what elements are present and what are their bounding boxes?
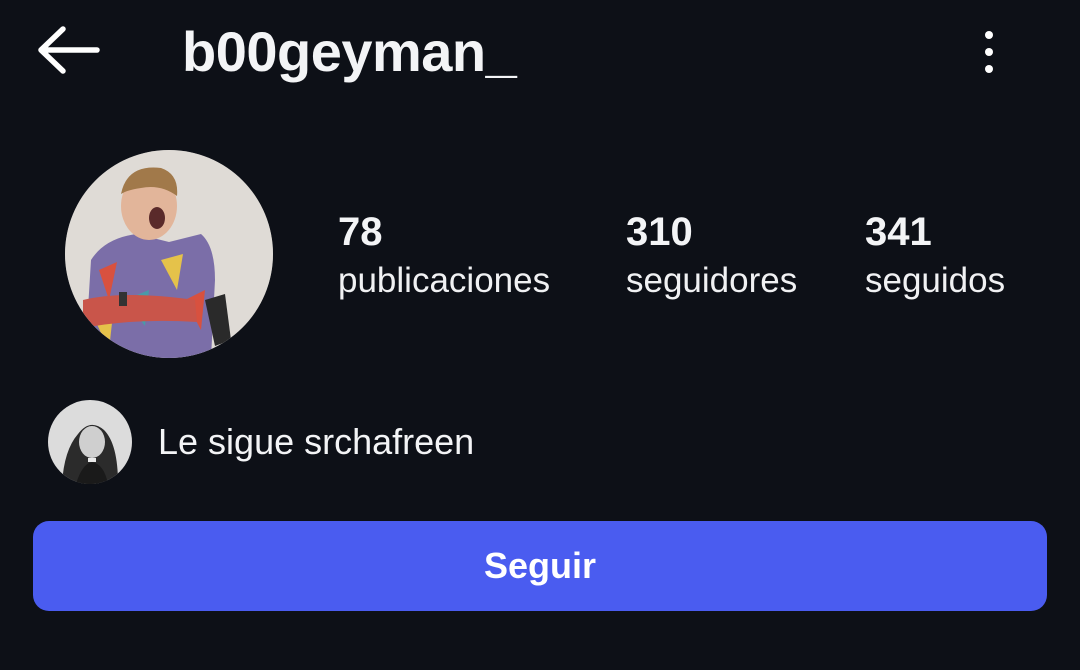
more-vertical-icon-dot [985,65,993,73]
stat-followers-count: 310 [626,210,693,254]
more-options-button[interactable] [966,22,1012,82]
follow-button-label: Seguir [483,545,597,586]
more-vertical-icon-dot [985,48,993,56]
profile-screen: b00geyman_ 78 publicaciones 310 seguidor… [0,0,1080,670]
followed-by-text: Le sigue srchafreen [158,421,475,462]
stat-followers-label: seguidores [626,261,798,300]
profile-photo-image [65,150,273,358]
stat-followers[interactable]: 310 seguidores [626,206,797,304]
stat-posts[interactable]: 78 publicaciones [338,206,550,304]
profile-avatar[interactable] [65,150,273,358]
follow-button[interactable]: Seguir [33,521,1047,611]
arrow-left-icon [38,26,100,74]
stat-posts-label: publicaciones [338,261,551,300]
back-button[interactable] [30,20,106,80]
stat-following-label: seguidos [865,261,1006,300]
followed-by-row[interactable]: Le sigue srchafreen [48,400,474,484]
follower-avatar-image [48,400,132,484]
stat-posts-count: 78 [338,210,383,254]
follower-avatar [48,400,132,484]
more-vertical-icon [985,31,993,39]
stat-following[interactable]: 341 seguidos [865,206,1005,304]
stat-following-count: 341 [865,210,932,254]
profile-username: b00geyman_ [182,20,517,83]
